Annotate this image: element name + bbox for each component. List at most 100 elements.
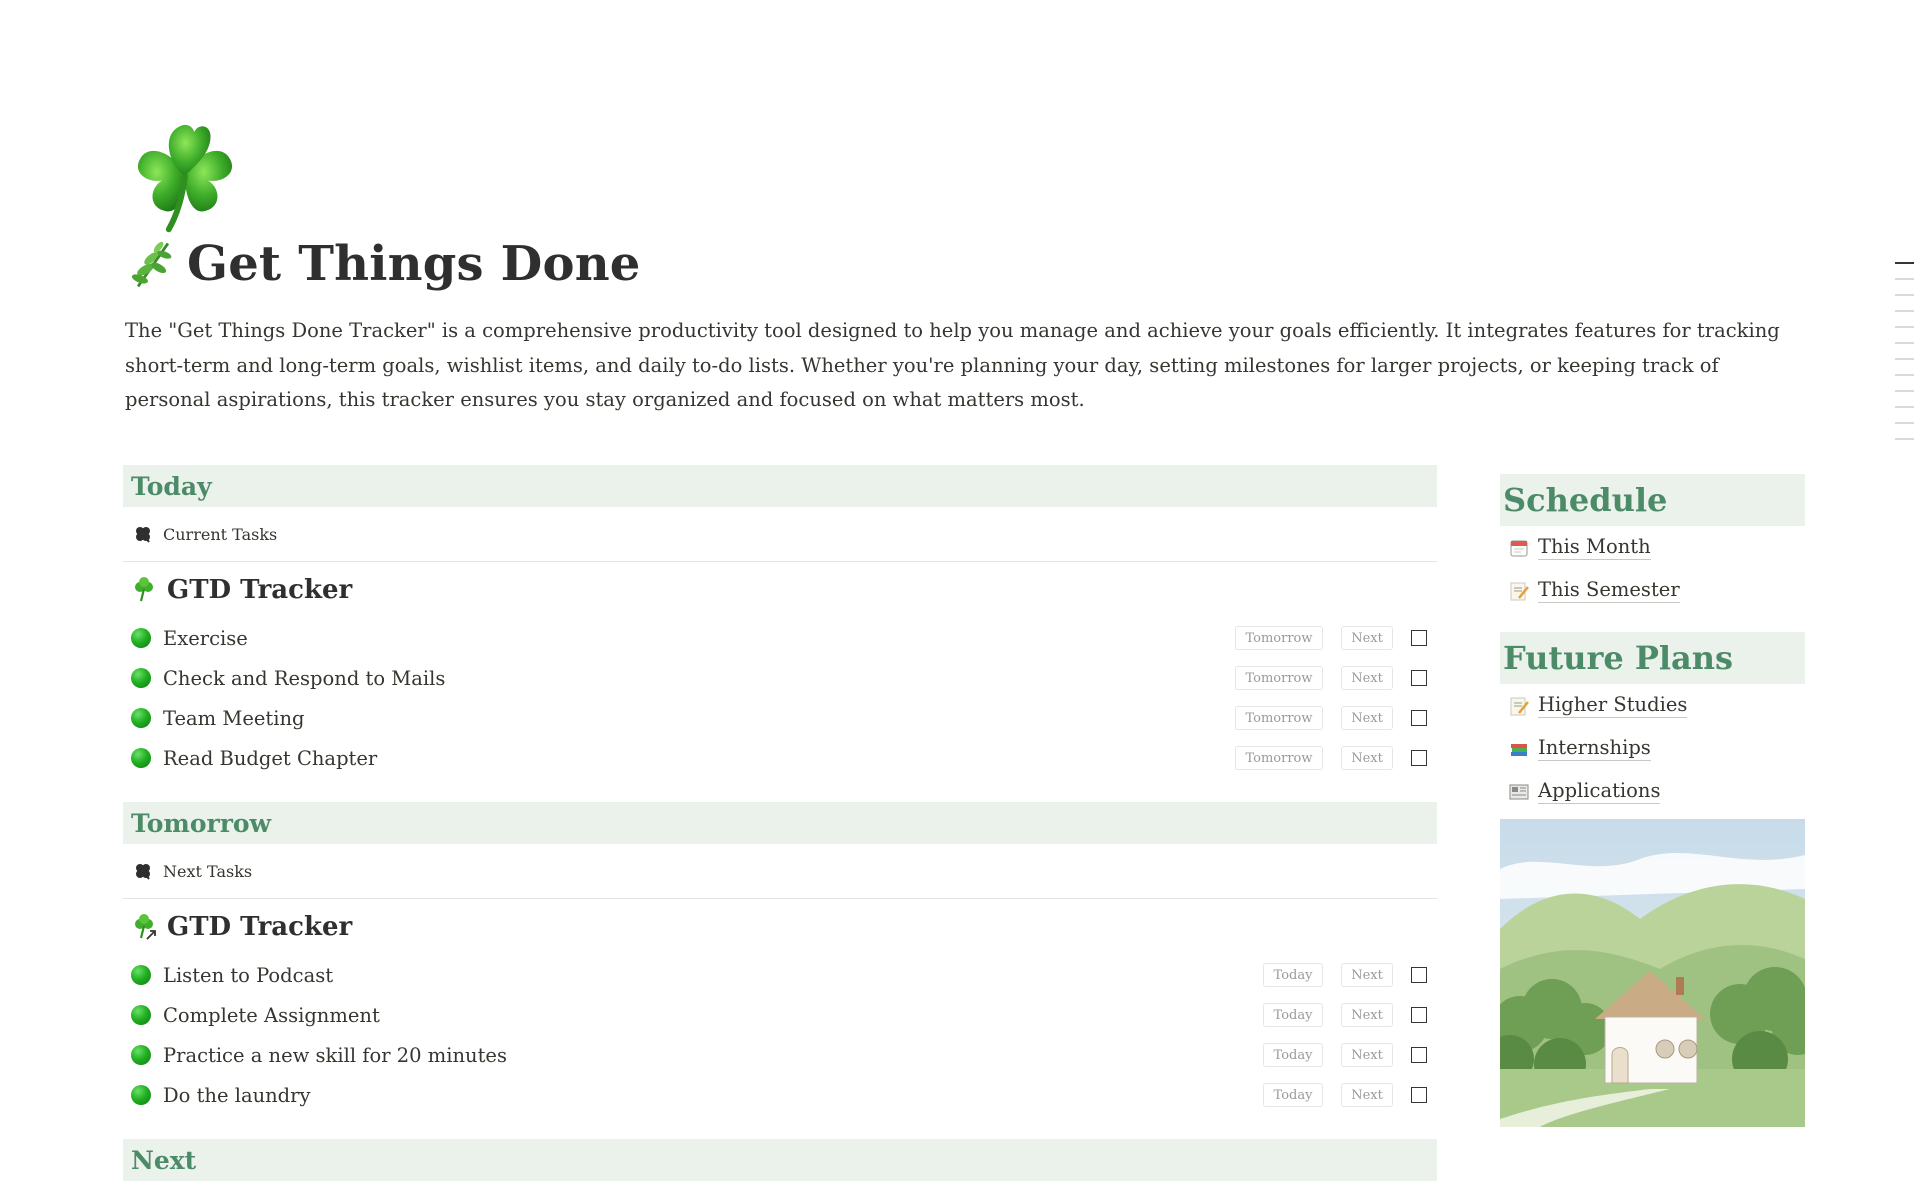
page-title: Get Things Done xyxy=(187,236,641,292)
done-checkbox[interactable] xyxy=(1411,1047,1427,1063)
link-label: This Month xyxy=(1538,535,1651,560)
future-plans-heading: Future Plans xyxy=(1500,632,1805,684)
link-this-semester[interactable]: This Semester xyxy=(1500,569,1805,612)
task-row[interactable]: Check and Respond to Mails Tomorrow Next xyxy=(123,658,1437,698)
toc-marker[interactable] xyxy=(1895,310,1914,312)
clover-icon xyxy=(136,864,150,880)
task-row[interactable]: Practice a new skill for 20 minutes Toda… xyxy=(123,1035,1437,1075)
link-applications[interactable]: Applications xyxy=(1500,770,1805,813)
group-title-label: GTD Tracker xyxy=(167,912,353,942)
move-next-button[interactable]: Next xyxy=(1341,666,1393,690)
move-today-button[interactable]: Today xyxy=(1263,1003,1323,1027)
group-title[interactable]: GTD Tracker xyxy=(123,899,1437,955)
group-title-label: GTD Tracker xyxy=(167,575,353,605)
link-label: This Semester xyxy=(1538,578,1680,603)
view-tab-current-tasks[interactable]: Current Tasks xyxy=(123,507,1437,562)
toc-marker[interactable] xyxy=(1895,358,1914,360)
cottage-illustration xyxy=(1500,819,1805,1127)
done-checkbox[interactable] xyxy=(1411,710,1427,726)
green-circle-icon xyxy=(131,1085,151,1105)
link-higher-studies[interactable]: Higher Studies xyxy=(1500,684,1805,727)
task-name: Do the laundry xyxy=(163,1083,311,1107)
view-tab-label: Current Tasks xyxy=(163,524,278,544)
task-name: Exercise xyxy=(163,626,248,650)
move-next-button[interactable]: Next xyxy=(1341,706,1393,730)
task-name: Listen to Podcast xyxy=(163,963,334,987)
view-tab-label: Next Tasks xyxy=(163,861,253,881)
task-row[interactable]: Do the laundry Today Next xyxy=(123,1075,1437,1115)
move-tomorrow-button[interactable]: Tomorrow xyxy=(1235,706,1323,730)
task-name: Team Meeting xyxy=(163,706,305,730)
link-internships[interactable]: Internships xyxy=(1500,727,1805,770)
page: Get Things Done The "Get Things Done Tra… xyxy=(123,0,1805,1199)
done-checkbox[interactable] xyxy=(1411,1087,1427,1103)
task-name: Check and Respond to Mails xyxy=(163,666,446,690)
shamrock-icon[interactable] xyxy=(127,118,243,234)
table-of-contents-markers[interactable] xyxy=(1895,262,1915,454)
task-list-today: Exercise Tomorrow Next Check and Respond… xyxy=(123,618,1437,778)
toc-marker[interactable] xyxy=(1895,374,1914,376)
task-row[interactable]: Complete Assignment Today Next xyxy=(123,995,1437,1035)
group-title[interactable]: GTD Tracker xyxy=(123,562,1437,618)
task-row[interactable]: Team Meeting Tomorrow Next xyxy=(123,698,1437,738)
move-tomorrow-button[interactable]: Tomorrow xyxy=(1235,666,1323,690)
done-checkbox[interactable] xyxy=(1411,630,1427,646)
move-next-button[interactable]: Next xyxy=(1341,1043,1393,1067)
page-description: The "Get Things Done Tracker" is a compr… xyxy=(125,319,1780,411)
green-circle-icon xyxy=(131,1045,151,1065)
toc-marker[interactable] xyxy=(1895,278,1914,280)
main-column: Today Current Tasks GTD Tracker Exercise… xyxy=(123,465,1437,1181)
section-header-today: Today xyxy=(123,465,1437,507)
toc-marker[interactable] xyxy=(1895,326,1914,328)
task-name: Complete Assignment xyxy=(163,1003,380,1027)
task-row[interactable]: Listen to Podcast Today Next xyxy=(123,955,1437,995)
done-checkbox[interactable] xyxy=(1411,750,1427,766)
task-row[interactable]: Read Budget Chapter Tomorrow Next xyxy=(123,738,1437,778)
sidebar: Schedule This Month This Semester Future… xyxy=(1500,474,1805,1127)
green-circle-icon xyxy=(131,628,151,648)
newspaper-icon xyxy=(1509,784,1529,799)
toc-marker[interactable] xyxy=(1895,294,1914,296)
green-circle-icon xyxy=(131,748,151,768)
task-actions: Tomorrow Next xyxy=(1235,666,1427,690)
toc-marker[interactable] xyxy=(1895,342,1914,344)
move-next-button[interactable]: Next xyxy=(1341,963,1393,987)
done-checkbox[interactable] xyxy=(1411,670,1427,686)
task-actions: Today Next xyxy=(1263,1043,1427,1067)
done-checkbox[interactable] xyxy=(1411,1007,1427,1023)
task-name: Read Budget Chapter xyxy=(163,746,378,770)
section-header-tomorrow: Tomorrow xyxy=(123,802,1437,844)
move-next-button[interactable]: Next xyxy=(1341,746,1393,770)
link-label: Applications xyxy=(1538,779,1661,804)
link-this-month[interactable]: This Month xyxy=(1500,526,1805,569)
memo-icon xyxy=(1510,697,1529,715)
toc-marker[interactable] xyxy=(1895,438,1914,440)
move-next-button[interactable]: Next xyxy=(1341,1083,1393,1107)
task-list-tomorrow: Listen to Podcast Today Next Complete As… xyxy=(123,955,1437,1115)
herb-icon xyxy=(131,241,172,288)
section-header-next: Next xyxy=(123,1139,1437,1181)
move-tomorrow-button[interactable]: Tomorrow xyxy=(1235,746,1323,770)
move-today-button[interactable]: Today xyxy=(1263,1083,1323,1107)
task-actions: Today Next xyxy=(1263,963,1427,987)
task-actions: Tomorrow Next xyxy=(1235,626,1427,650)
move-today-button[interactable]: Today xyxy=(1263,963,1323,987)
shamrock-icon xyxy=(135,577,153,602)
calendar-icon xyxy=(1510,540,1528,556)
task-actions: Tomorrow Next xyxy=(1235,706,1427,730)
done-checkbox[interactable] xyxy=(1411,967,1427,983)
toc-marker[interactable] xyxy=(1895,390,1914,392)
move-today-button[interactable]: Today xyxy=(1263,1043,1323,1067)
green-circle-icon xyxy=(131,708,151,728)
books-icon xyxy=(1511,743,1527,756)
move-next-button[interactable]: Next xyxy=(1341,626,1393,650)
toc-marker[interactable] xyxy=(1895,262,1914,264)
view-tab-next-tasks[interactable]: Next Tasks xyxy=(123,844,1437,899)
move-tomorrow-button[interactable]: Tomorrow xyxy=(1235,626,1323,650)
toc-marker[interactable] xyxy=(1895,406,1914,408)
move-next-button[interactable]: Next xyxy=(1341,1003,1393,1027)
link-label: Higher Studies xyxy=(1538,693,1688,718)
schedule-heading: Schedule xyxy=(1500,474,1805,526)
task-row[interactable]: Exercise Tomorrow Next xyxy=(123,618,1437,658)
toc-marker[interactable] xyxy=(1895,422,1914,424)
